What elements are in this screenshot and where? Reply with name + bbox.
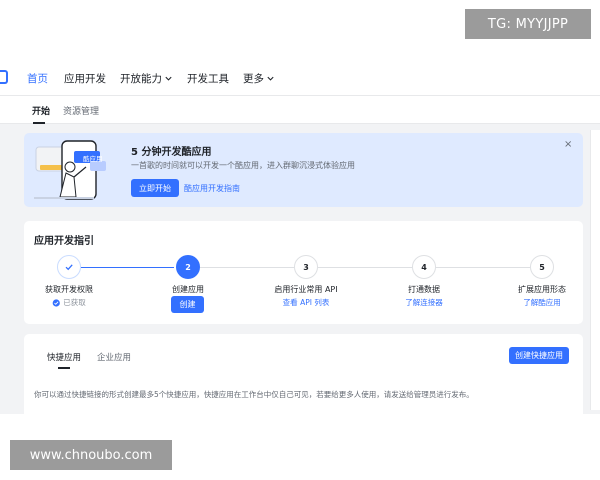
view-api-list-link[interactable]: 查看 API 列表 xyxy=(283,297,330,308)
step-4-label: 打通数据 xyxy=(408,285,440,294)
apps-card: 快捷应用 企业应用 创建快捷应用 你可以通过快捷链接的形式创建最多5个快捷应用，… xyxy=(24,334,583,414)
quick-app-description: 你可以通过快捷链接的形式创建最多5个快捷应用，快捷应用在工作台中仅自己可见，若要… xyxy=(34,390,474,399)
tab-enterprise-apps[interactable]: 企业应用 xyxy=(97,351,131,363)
step-4-indicator: 4 xyxy=(412,255,436,279)
create-app-button[interactable]: 创建 xyxy=(171,296,204,313)
step-connector xyxy=(200,267,294,268)
nav-item-label: 更多 xyxy=(243,73,264,85)
banner-title: 5 分钟开发酷应用 xyxy=(131,147,212,158)
quickstart-banner: 酷应用 5 分钟开发酷应用 一首歌的时间就可以开发一个酷应用，进入群聊沉浸式体验… xyxy=(24,133,583,207)
banner-badge: 酷应用 xyxy=(83,155,103,163)
check-circle-icon xyxy=(52,298,60,307)
active-tab-indicator xyxy=(58,367,70,369)
dev-guide-link[interactable]: 酷应用开发指南 xyxy=(184,183,240,194)
watermark-tg: TG: MYYJJPP xyxy=(465,9,591,39)
close-icon[interactable]: × xyxy=(564,139,572,150)
logo-icon[interactable] xyxy=(0,70,8,84)
step-3-label: 启用行业常用 API xyxy=(274,285,338,294)
nav-item-label: 开发工具 xyxy=(187,73,229,85)
guide-title: 应用开发指引 xyxy=(34,236,94,247)
step-2-indicator: 2 xyxy=(176,255,200,279)
learn-cool-app-link[interactable]: 了解酷应用 xyxy=(523,297,561,308)
nav-item-open-capabilities[interactable]: 开放能力 xyxy=(120,71,173,86)
nav-item-home[interactable]: 首页 xyxy=(27,71,48,86)
step-connector xyxy=(436,267,530,268)
step-3-indicator: 3 xyxy=(294,255,318,279)
nav-item-label: 应用开发 xyxy=(64,73,106,85)
create-quick-app-button[interactable]: 创建快捷应用 xyxy=(509,347,569,364)
step-connector xyxy=(81,267,174,268)
nav-item-more[interactable]: 更多 xyxy=(243,71,275,86)
learn-connector-link[interactable]: 了解连接器 xyxy=(405,297,443,308)
step-connector xyxy=(318,267,412,268)
chevron-down-icon xyxy=(165,76,172,81)
sub-nav: 开始 资源管理 xyxy=(0,96,600,124)
side-panel-edge xyxy=(590,130,600,410)
step-1-status: 已获取 xyxy=(52,297,86,308)
nav-item-dev-tools[interactable]: 开发工具 xyxy=(187,71,229,86)
step-1-check-icon xyxy=(57,255,81,279)
step-5-label: 扩展应用形态 xyxy=(518,285,566,294)
top-nav: 首页 应用开发 开放能力 开发工具 更多 xyxy=(0,62,600,96)
start-now-button[interactable]: 立即开始 xyxy=(131,179,179,197)
tab-resource-management[interactable]: 资源管理 xyxy=(63,104,99,117)
step-2-label: 创建应用 xyxy=(172,285,204,294)
banner-description: 一首歌的时间就可以开发一个酷应用，进入群聊沉浸式体验应用 xyxy=(131,161,355,170)
nav-item-app-dev[interactable]: 应用开发 xyxy=(64,71,106,86)
step-1-label: 获取开发权限 xyxy=(45,285,93,294)
step-1-status-text: 已获取 xyxy=(63,298,86,307)
nav-item-label: 开放能力 xyxy=(120,73,162,85)
tab-quick-apps[interactable]: 快捷应用 xyxy=(47,351,81,363)
nav-item-label: 首页 xyxy=(27,73,48,85)
banner-illustration xyxy=(34,140,106,200)
dev-guide-card: 应用开发指引 2 3 4 5 获取开发权限 创建应用 启用行业常用 API 打通… xyxy=(24,221,583,324)
watermark-url: www.chnoubo.com xyxy=(10,440,172,470)
chevron-down-icon xyxy=(267,76,274,81)
step-5-indicator: 5 xyxy=(530,255,554,279)
tab-start[interactable]: 开始 xyxy=(32,104,50,117)
